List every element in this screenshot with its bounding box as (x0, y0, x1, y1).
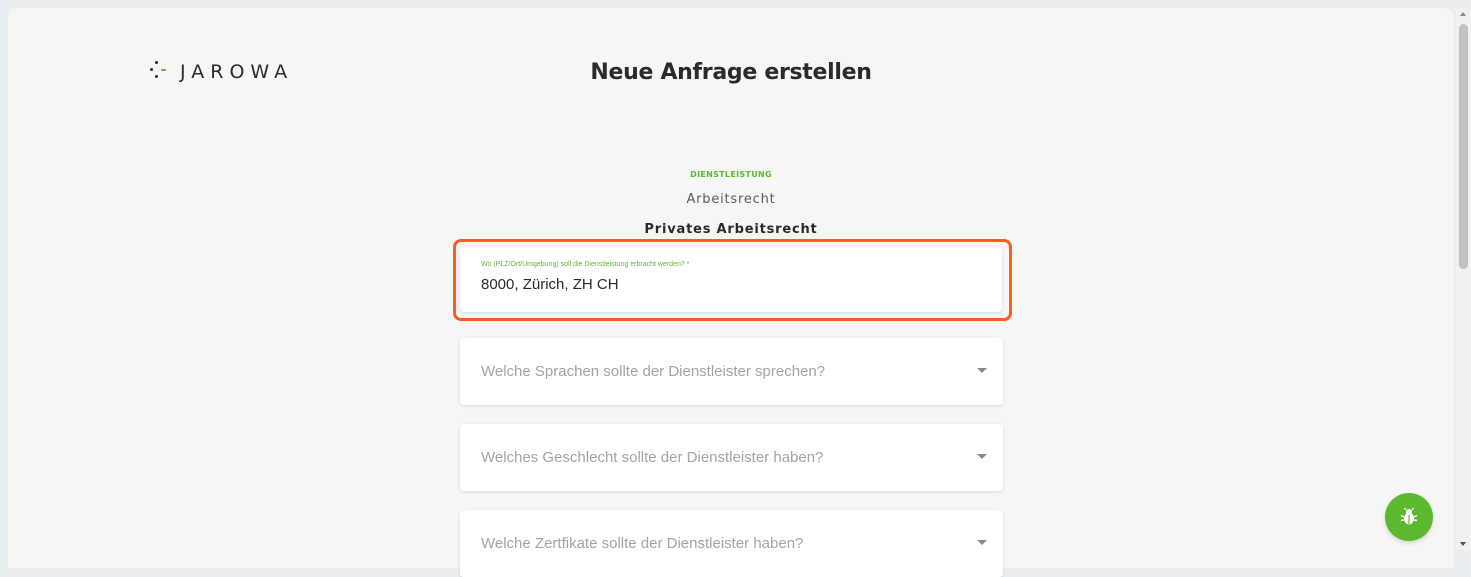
location-field[interactable]: Wo (PLZ/Ort/Umgebung) soll die Dienstlei… (460, 246, 1002, 312)
scrollbar-thumb[interactable] (1459, 24, 1468, 269)
gender-select[interactable]: Welches Geschlecht sollte der Dienstleis… (460, 424, 1003, 491)
location-field-value[interactable]: 8000, Zürich, ZH CH (481, 276, 619, 293)
vertical-scrollbar[interactable] (1456, 8, 1471, 550)
page-title: Neue Anfrage erstellen (590, 60, 872, 85)
caret-down-icon (977, 540, 987, 545)
service-subcategory: Privates Arbeitsrecht (644, 222, 818, 237)
location-field-label: Wo (PLZ/Ort/Umgebung) soll die Dienstlei… (481, 261, 690, 268)
certificates-select[interactable]: Welche Zertfikate sollte der Dienstleist… (460, 510, 1003, 577)
scroll-down-icon[interactable] (1460, 542, 1466, 546)
languages-select[interactable]: Welche Sprachen sollte der Dienstleister… (460, 338, 1003, 405)
service-section-label: DIENSTLEISTUNG (690, 170, 772, 179)
bug-report-button[interactable] (1385, 493, 1433, 541)
caret-down-icon (977, 454, 987, 459)
languages-select-placeholder: Welche Sprachen sollte der Dienstleister… (481, 363, 826, 380)
certificates-select-placeholder: Welche Zertfikate sollte der Dienstleist… (481, 535, 804, 552)
caret-down-icon (977, 368, 987, 373)
bug-icon (1400, 507, 1418, 525)
gender-select-placeholder: Welches Geschlecht sollte der Dienstleis… (481, 449, 824, 466)
scroll-up-icon[interactable] (1460, 12, 1466, 16)
service-category: Arbeitsrecht (686, 192, 776, 207)
